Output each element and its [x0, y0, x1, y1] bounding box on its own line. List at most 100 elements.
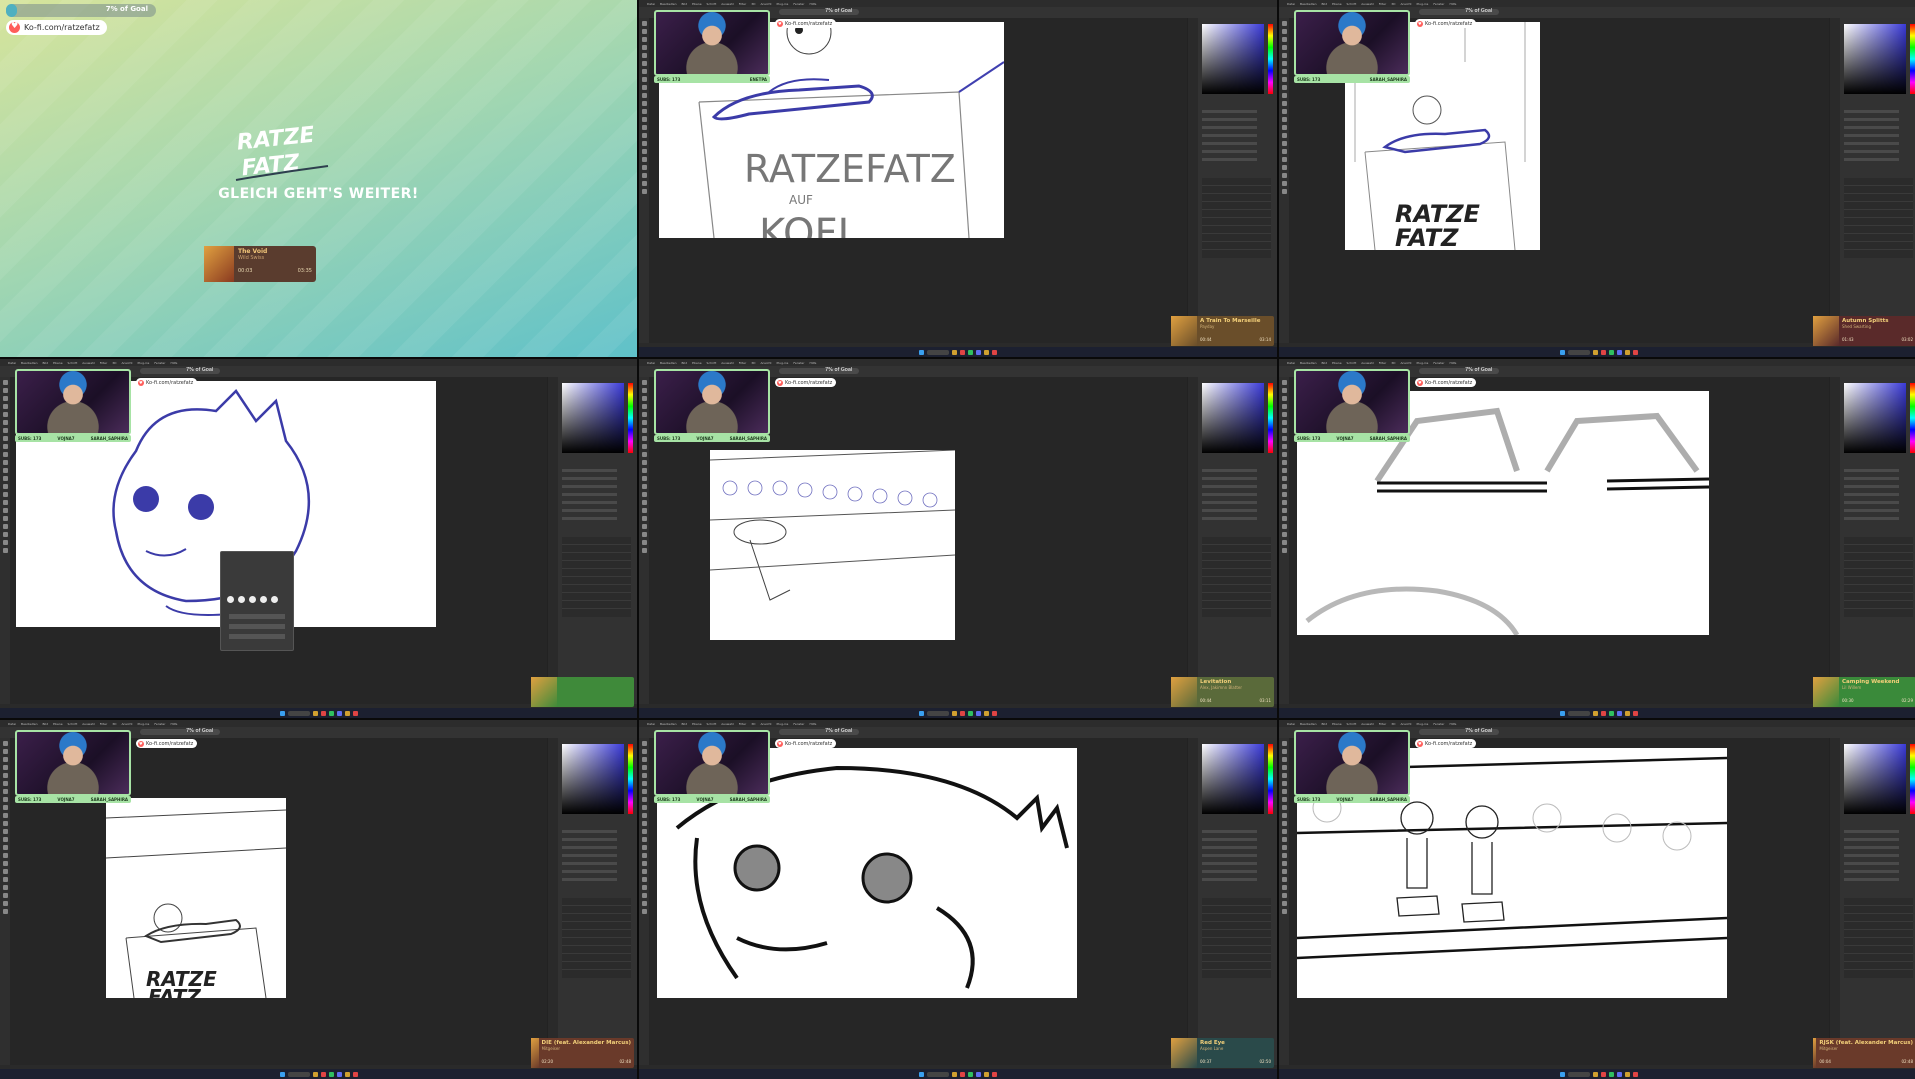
layer-row[interactable]: [562, 537, 631, 545]
tool-icon[interactable]: [641, 853, 647, 858]
tool-icon[interactable]: [641, 508, 647, 513]
spotify-icon[interactable]: [968, 349, 973, 355]
kofi-link[interactable]: Ko-fi.com/ratzefatz: [1415, 378, 1477, 387]
layer-row[interactable]: [1202, 585, 1271, 593]
layer-row[interactable]: [1202, 194, 1271, 202]
tool-icon[interactable]: [641, 181, 647, 186]
menu-item[interactable]: Bild: [682, 361, 688, 365]
tool-icon[interactable]: [1281, 869, 1287, 874]
menu-item[interactable]: Bild: [1322, 2, 1328, 6]
menu-item[interactable]: 3D: [751, 722, 755, 726]
tool-icon[interactable]: [1281, 117, 1287, 122]
layer-row[interactable]: [1202, 537, 1271, 545]
tool-icon[interactable]: [1281, 189, 1287, 194]
menu-item[interactable]: Datei: [647, 2, 655, 6]
menu-item[interactable]: Ansicht: [121, 361, 132, 365]
menu-item[interactable]: Filter: [739, 722, 746, 726]
menu-item[interactable]: Hilfe: [810, 361, 817, 365]
chrome-icon[interactable]: [320, 710, 326, 716]
tool-icon[interactable]: [641, 492, 647, 497]
menu-item[interactable]: Hilfe: [810, 722, 817, 726]
chrome-icon[interactable]: [1601, 349, 1606, 355]
menu-item[interactable]: Auswahl: [1361, 722, 1374, 726]
hue-slider[interactable]: [1268, 744, 1273, 814]
layer-row[interactable]: [562, 545, 631, 553]
layer-row[interactable]: [562, 585, 631, 593]
layer-row[interactable]: [1844, 194, 1913, 202]
tool-icon[interactable]: [1281, 452, 1287, 457]
tool-icon[interactable]: [641, 436, 647, 441]
tool-icon[interactable]: [641, 845, 647, 850]
tool-icon[interactable]: [1281, 813, 1287, 818]
tool-icon[interactable]: [2, 524, 8, 529]
color-picker[interactable]: [1202, 383, 1264, 453]
tool-icon[interactable]: [641, 837, 647, 842]
tool-icon[interactable]: [2, 548, 8, 553]
tool-icon[interactable]: [641, 548, 647, 553]
tool-icon[interactable]: [641, 829, 647, 834]
drawing-canvas[interactable]: RATZE FATZ: [106, 798, 286, 998]
spotify-icon[interactable]: [1609, 1071, 1614, 1077]
layer-row[interactable]: [1202, 218, 1271, 226]
start-icon[interactable]: [279, 1071, 285, 1077]
menu-item[interactable]: Schrift: [1347, 361, 1357, 365]
tool-icon[interactable]: [641, 165, 647, 170]
tool-icon[interactable]: [1281, 749, 1287, 754]
tool-icon[interactable]: [2, 460, 8, 465]
layer-row[interactable]: [1844, 218, 1913, 226]
tool-icon[interactable]: [641, 189, 647, 194]
menu-item[interactable]: Plug-ins: [777, 722, 789, 726]
tool-icon[interactable]: [641, 420, 647, 425]
tool-icon[interactable]: [1281, 781, 1287, 786]
tool-icon[interactable]: [1281, 540, 1287, 545]
spotify-icon[interactable]: [1609, 710, 1614, 716]
menu-item[interactable]: Datei: [8, 722, 16, 726]
tool-icon[interactable]: [1281, 141, 1287, 146]
menu-item[interactable]: Schrift: [707, 2, 717, 6]
tool-icon[interactable]: [641, 757, 647, 762]
tool-icon[interactable]: [641, 813, 647, 818]
menu-item[interactable]: Schrift: [707, 361, 717, 365]
menu-item[interactable]: Fenster: [154, 722, 165, 726]
tool-icon[interactable]: [1281, 805, 1287, 810]
tool-icon[interactable]: [641, 428, 647, 433]
tool-icon[interactable]: [2, 869, 8, 874]
menu-item[interactable]: Auswahl: [1361, 2, 1374, 6]
discord-icon[interactable]: [1617, 1071, 1622, 1077]
menu-item[interactable]: Auswahl: [721, 722, 734, 726]
discord-icon[interactable]: [976, 349, 981, 355]
tool-icon[interactable]: [1281, 885, 1287, 890]
menu-item[interactable]: Bearbeiten: [1300, 2, 1316, 6]
layer-row[interactable]: [562, 577, 631, 585]
spotify-icon[interactable]: [968, 710, 973, 716]
tool-icon[interactable]: [641, 524, 647, 529]
tool-icon[interactable]: [1281, 508, 1287, 513]
menu-item[interactable]: Datei: [1287, 2, 1295, 6]
menu-item[interactable]: Filter: [100, 722, 107, 726]
menu-item[interactable]: Hilfe: [171, 722, 178, 726]
layer-row[interactable]: [1844, 577, 1913, 585]
menu-item[interactable]: Auswahl: [1361, 361, 1374, 365]
tool-icon[interactable]: [641, 805, 647, 810]
tool-icon[interactable]: [641, 173, 647, 178]
layer-row[interactable]: [1202, 954, 1271, 962]
menu-item[interactable]: 3D: [1391, 2, 1395, 6]
tool-icon[interactable]: [641, 141, 647, 146]
menu-item[interactable]: Ebene: [53, 722, 62, 726]
layer-row[interactable]: [1844, 210, 1913, 218]
layer-row[interactable]: [1202, 178, 1271, 186]
layer-row[interactable]: [1844, 545, 1913, 553]
chrome-icon[interactable]: [320, 1071, 326, 1077]
chrome-icon[interactable]: [960, 349, 965, 355]
menu-item[interactable]: Bild: [1322, 722, 1328, 726]
tool-icon[interactable]: [1281, 428, 1287, 433]
tool-icon[interactable]: [1281, 532, 1287, 537]
layer-row[interactable]: [1202, 930, 1271, 938]
layer-row[interactable]: [562, 946, 631, 954]
menu-item[interactable]: Ansicht: [121, 722, 132, 726]
obs-icon[interactable]: [352, 1071, 358, 1077]
menu-item[interactable]: Fenster: [793, 2, 804, 6]
layer-row[interactable]: [1844, 178, 1913, 186]
tool-icon[interactable]: [641, 77, 647, 82]
file-explorer-icon[interactable]: [312, 1071, 318, 1077]
